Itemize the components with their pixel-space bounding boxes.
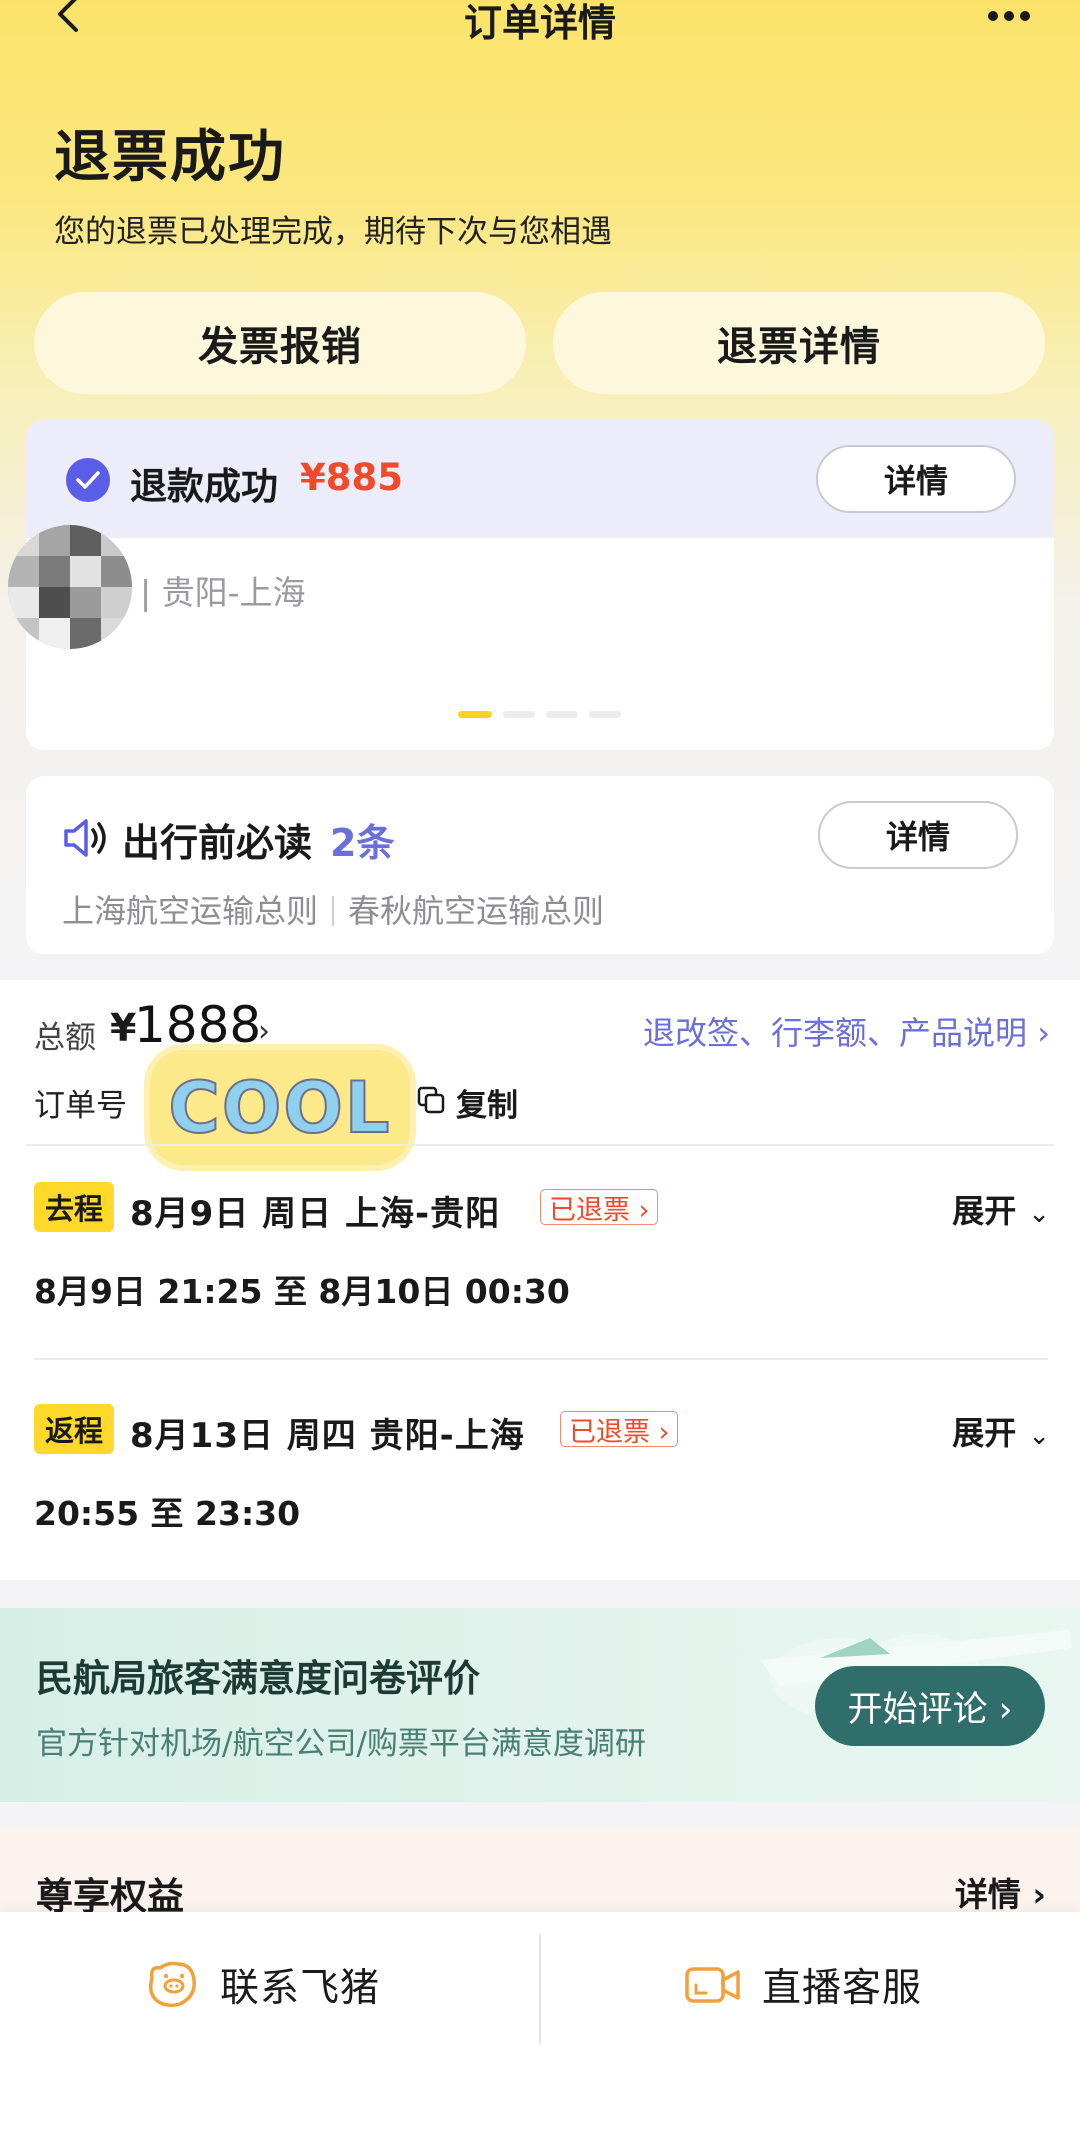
notice-title: 出行前必读	[122, 821, 313, 865]
bottom-divider	[539, 1934, 541, 2044]
trip-time-return: 20:55 至 23:30	[34, 1494, 301, 1533]
total-amount[interactable]: 1888	[134, 996, 261, 1054]
trip-tag-return: 返程	[34, 1404, 114, 1454]
chevron-down-icon: ⌄	[1028, 1199, 1050, 1229]
order-number-label: 订单号	[34, 1088, 127, 1124]
notice-link-shanghai[interactable]: 上海航空运输总则	[62, 892, 318, 930]
notice-links: 上海航空运输总则 春秋航空运输总则	[62, 886, 604, 932]
start-review-button[interactable]: 开始评论 ›	[815, 1666, 1045, 1746]
chevron-down-icon: ⌄	[1028, 1421, 1050, 1451]
divider	[26, 1144, 1054, 1146]
total-chevron[interactable]: ›	[258, 1014, 270, 1049]
trip-summary-outbound: 8月9日 周日 上海-贵阳	[130, 1194, 501, 1234]
refunded-badge-return[interactable]: 已退票 ›	[560, 1411, 679, 1448]
contact-fliggy-button[interactable]: 联系飞猪	[144, 1950, 380, 2020]
expand-label: 展开	[952, 1192, 1017, 1230]
bottom-bar: 联系飞猪 直播客服	[0, 1912, 1080, 2147]
contact-label: 联系飞猪	[220, 1966, 381, 2011]
status-subtitle: 您的退票已处理完成，期待下次与您相遇	[54, 214, 612, 250]
avatar	[8, 525, 132, 649]
perks-detail-link[interactable]: 详情 ›	[955, 1868, 1046, 1916]
pig-icon	[148, 1961, 196, 2008]
status-title: 退票成功	[54, 125, 286, 190]
sticker-text: COOL	[168, 1066, 392, 1150]
carousel-indicator	[458, 703, 632, 718]
check-icon	[66, 458, 110, 502]
refund-amount: ¥885	[300, 456, 403, 499]
video-icon	[685, 1967, 740, 2003]
refund-header: 退款成功 ¥885 详情	[26, 420, 1054, 538]
cool-sticker: COOL	[150, 1050, 410, 1165]
survey-banner[interactable]: 民航局旅客满意度问卷评价 官方针对机场/航空公司/购票平台满意度调研 开始评论 …	[0, 1608, 1080, 1802]
more-icon[interactable]	[988, 6, 1038, 21]
total-currency: ¥	[110, 1006, 137, 1050]
notice-detail-button[interactable]: 详情	[818, 801, 1018, 869]
expand-return[interactable]: 展开 ⌄	[952, 1408, 1050, 1454]
notice-link-spring[interactable]: 春秋航空运输总则	[348, 892, 604, 930]
divider	[34, 1358, 1048, 1360]
policy-link[interactable]: 退改签、行李额、产品说明 ›	[643, 1008, 1050, 1054]
survey-title: 民航局旅客满意度问卷评价	[36, 1657, 480, 1700]
navbar: 订单详情	[0, 0, 1080, 45]
speaker-icon	[64, 819, 106, 857]
refund-detail-button[interactable]: 退票详情	[553, 292, 1045, 394]
refund-status-label: 退款成功	[130, 465, 278, 508]
trip-time-outbound: 8月9日 21:25 至 8月10日 00:30	[34, 1272, 570, 1311]
invoice-button[interactable]: 发票报销	[34, 292, 526, 394]
trip-tag-outbound: 去程	[34, 1182, 114, 1232]
copy-button[interactable]: 复制	[456, 1080, 518, 1125]
total-label: 总额	[34, 1020, 96, 1056]
trip-summary-return: 8月13日 周四 贵阳-上海	[130, 1416, 525, 1456]
notice-count: 2条	[330, 821, 395, 865]
refunded-badge-outbound[interactable]: 已退票 ›	[540, 1189, 659, 1226]
live-label: 直播客服	[762, 1966, 923, 2011]
refund-route: | 贵阳-上海	[140, 573, 306, 612]
notice-card: 出行前必读 2条 详情 上海航空运输总则 春秋航空运输总则	[26, 776, 1054, 954]
live-service-button[interactable]: 直播客服	[684, 1950, 922, 2020]
expand-label: 展开	[952, 1414, 1017, 1452]
copy-icon[interactable]	[416, 1085, 446, 1115]
expand-outbound[interactable]: 展开 ⌄	[952, 1186, 1050, 1232]
refund-detail-small-button[interactable]: 详情	[816, 445, 1016, 513]
survey-subtitle: 官方针对机场/航空公司/购票平台满意度调研	[36, 1726, 646, 1762]
page-title: 订单详情	[463, 1, 616, 45]
